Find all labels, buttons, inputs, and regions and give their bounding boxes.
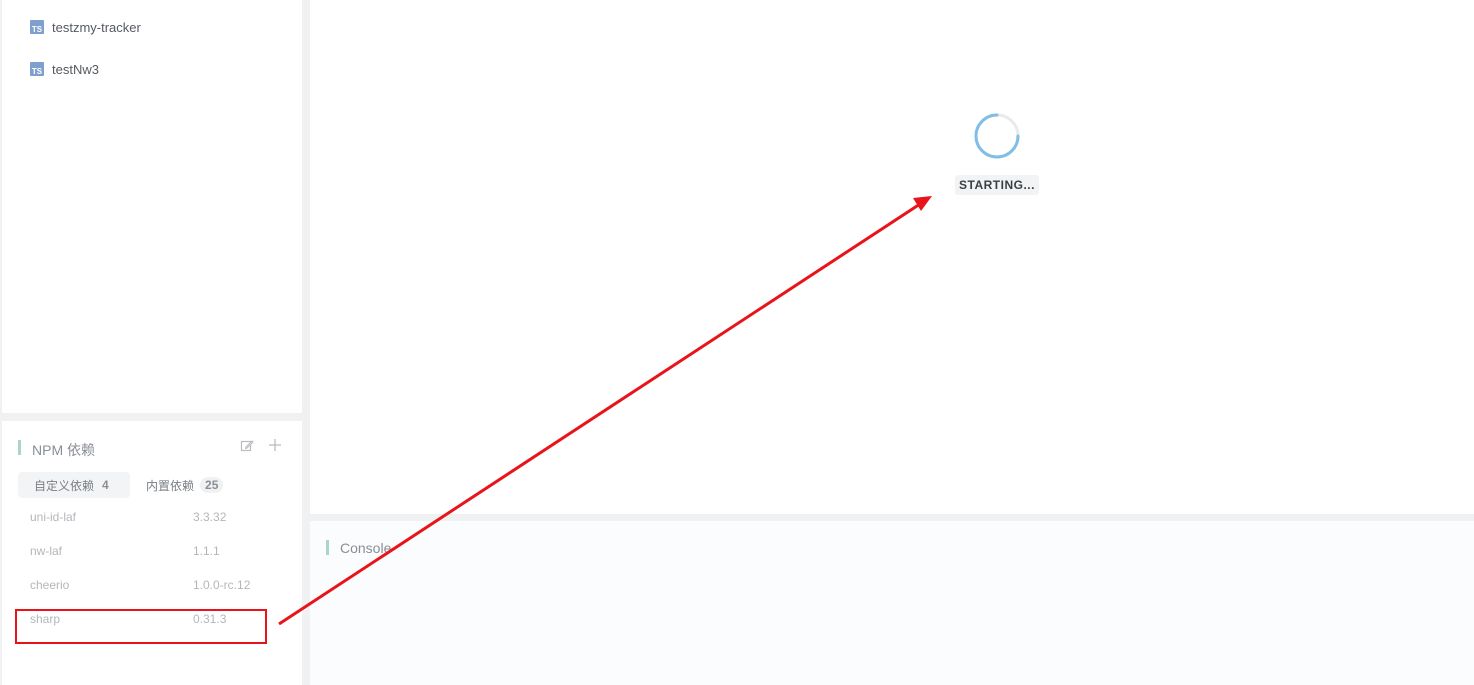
tab-count: 25 [200,477,224,493]
dependency-version: 3.3.32 [193,510,227,524]
status-label: STARTING... [955,175,1039,195]
dependency-row[interactable]: cheerio 1.0.0-rc.12 [30,578,280,598]
file-label: testNw3 [52,61,99,77]
preview-panel: STARTING... [310,0,1474,514]
tab-custom-dependencies[interactable]: 自定义依赖 4 [18,472,130,498]
add-icon[interactable] [268,438,282,457]
dependency-name: nw-laf [30,544,63,558]
dependency-version: 1.1.1 [193,544,220,558]
dependency-version: 1.0.0-rc.12 [193,578,251,592]
loading-spinner-icon [972,111,1022,161]
npm-section-title: NPM 依赖 [32,442,95,458]
annotation-highlight-box [15,609,267,644]
dependency-row[interactable]: nw-laf 1.1.1 [30,544,280,564]
typescript-file-icon: TS [30,20,44,34]
dependency-row[interactable]: uni-id-laf 3.3.32 [30,510,280,530]
section-accent-bar [18,440,21,455]
console-panel: Console [310,521,1474,685]
file-label: testzmy-tracker [52,19,141,35]
tab-count: 4 [102,478,109,492]
dependency-name: uni-id-laf [30,510,77,524]
section-accent-bar [326,540,329,555]
file-item[interactable]: TS testzmy-tracker [30,17,141,37]
tab-label: 自定义依赖 [34,478,95,493]
dependency-name: cheerio [30,578,70,592]
function-list-panel: TS testzmy-tracker TS testNw3 [2,0,302,413]
edit-icon[interactable] [240,439,254,458]
console-title: Console [340,540,392,556]
typescript-file-icon: TS [30,62,44,76]
tab-label: 内置依赖 [146,478,195,493]
npm-dependencies-panel: NPM 依赖 自定义依赖 4 内置依赖 25 uni-id-laf 3.3.32… [2,421,302,685]
tab-builtin-dependencies[interactable]: 内置依赖 25 [130,472,242,498]
file-item[interactable]: TS testNw3 [30,59,99,79]
